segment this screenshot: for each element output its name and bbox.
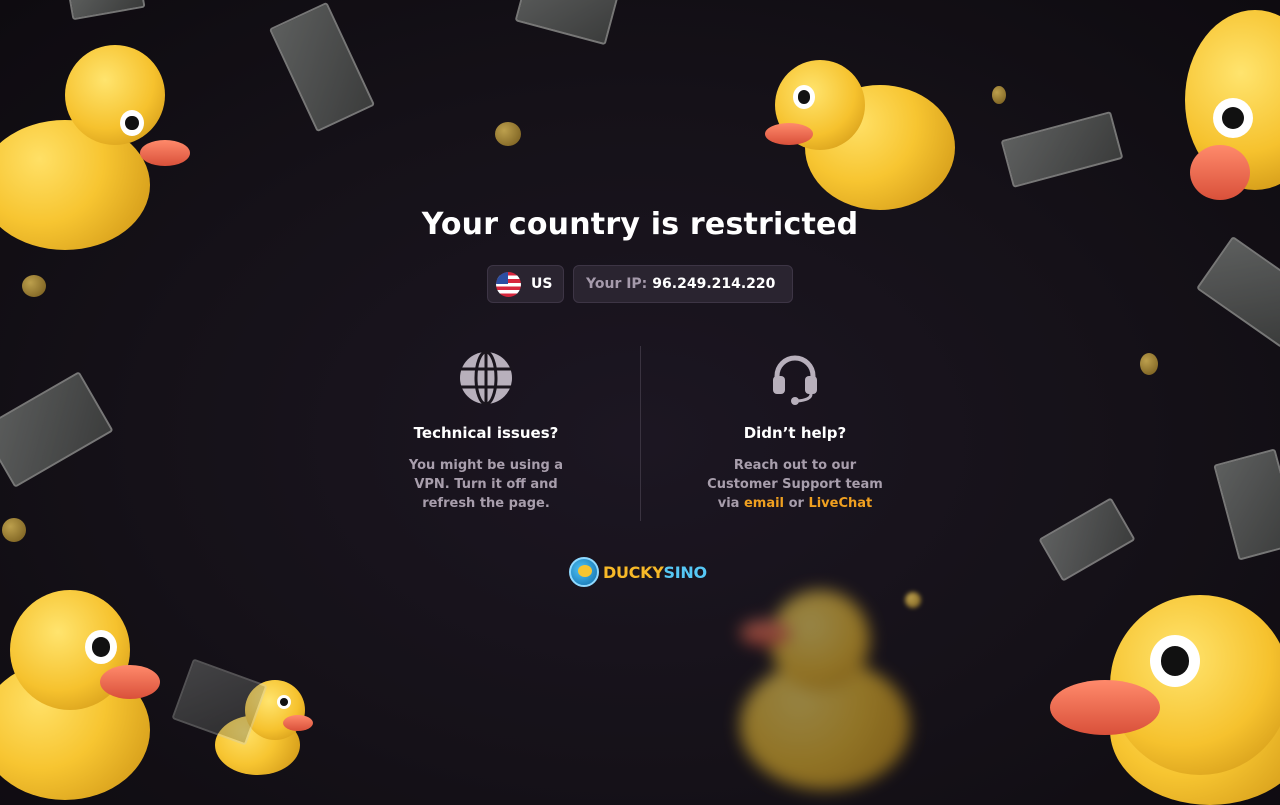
column-divider	[640, 346, 641, 521]
support-or-text: or	[788, 496, 804, 511]
support-line: Reach out to our	[733, 458, 857, 473]
ip-value: 96.249.214.220	[652, 276, 776, 292]
technical-line: VPN. Turn it off and	[414, 477, 558, 492]
duck-logo-icon	[569, 557, 599, 587]
technical-issues-section: Technical issues? You might be using a V…	[386, 350, 586, 513]
support-via-text: via	[717, 496, 740, 511]
duckysino-logo: DUCKYSINO	[569, 557, 707, 587]
technical-heading: Technical issues?	[413, 424, 559, 442]
us-flag-icon	[496, 271, 521, 297]
technical-line: You might be using a	[408, 458, 564, 473]
ip-badge: Your IP: 96.249.214.220	[573, 265, 793, 303]
email-link[interactable]: email	[744, 496, 784, 511]
logo-text-sino: SINO	[663, 562, 708, 582]
support-heading: Didn’t help?	[743, 424, 847, 442]
restriction-panel: Your country is restricted US Your IP: 9…	[0, 0, 1280, 800]
globe-icon	[460, 350, 512, 406]
country-badge: US	[487, 265, 564, 303]
support-description: Reach out to our Customer Support team v…	[695, 456, 895, 513]
livechat-link[interactable]: LiveChat	[808, 496, 872, 511]
technical-line: refresh the page.	[422, 496, 550, 511]
country-code: US	[531, 276, 553, 292]
technical-description: You might be using a VPN. Turn it off an…	[386, 456, 586, 513]
page-title: Your country is restricted	[421, 207, 859, 242]
headset-icon	[773, 355, 817, 405]
support-line: Customer Support team	[707, 477, 883, 492]
ip-label: Your IP:	[586, 276, 648, 292]
support-section: Didn’t help? Reach out to our Customer S…	[695, 350, 895, 513]
logo-text-ducky: DUCKY	[603, 562, 664, 582]
